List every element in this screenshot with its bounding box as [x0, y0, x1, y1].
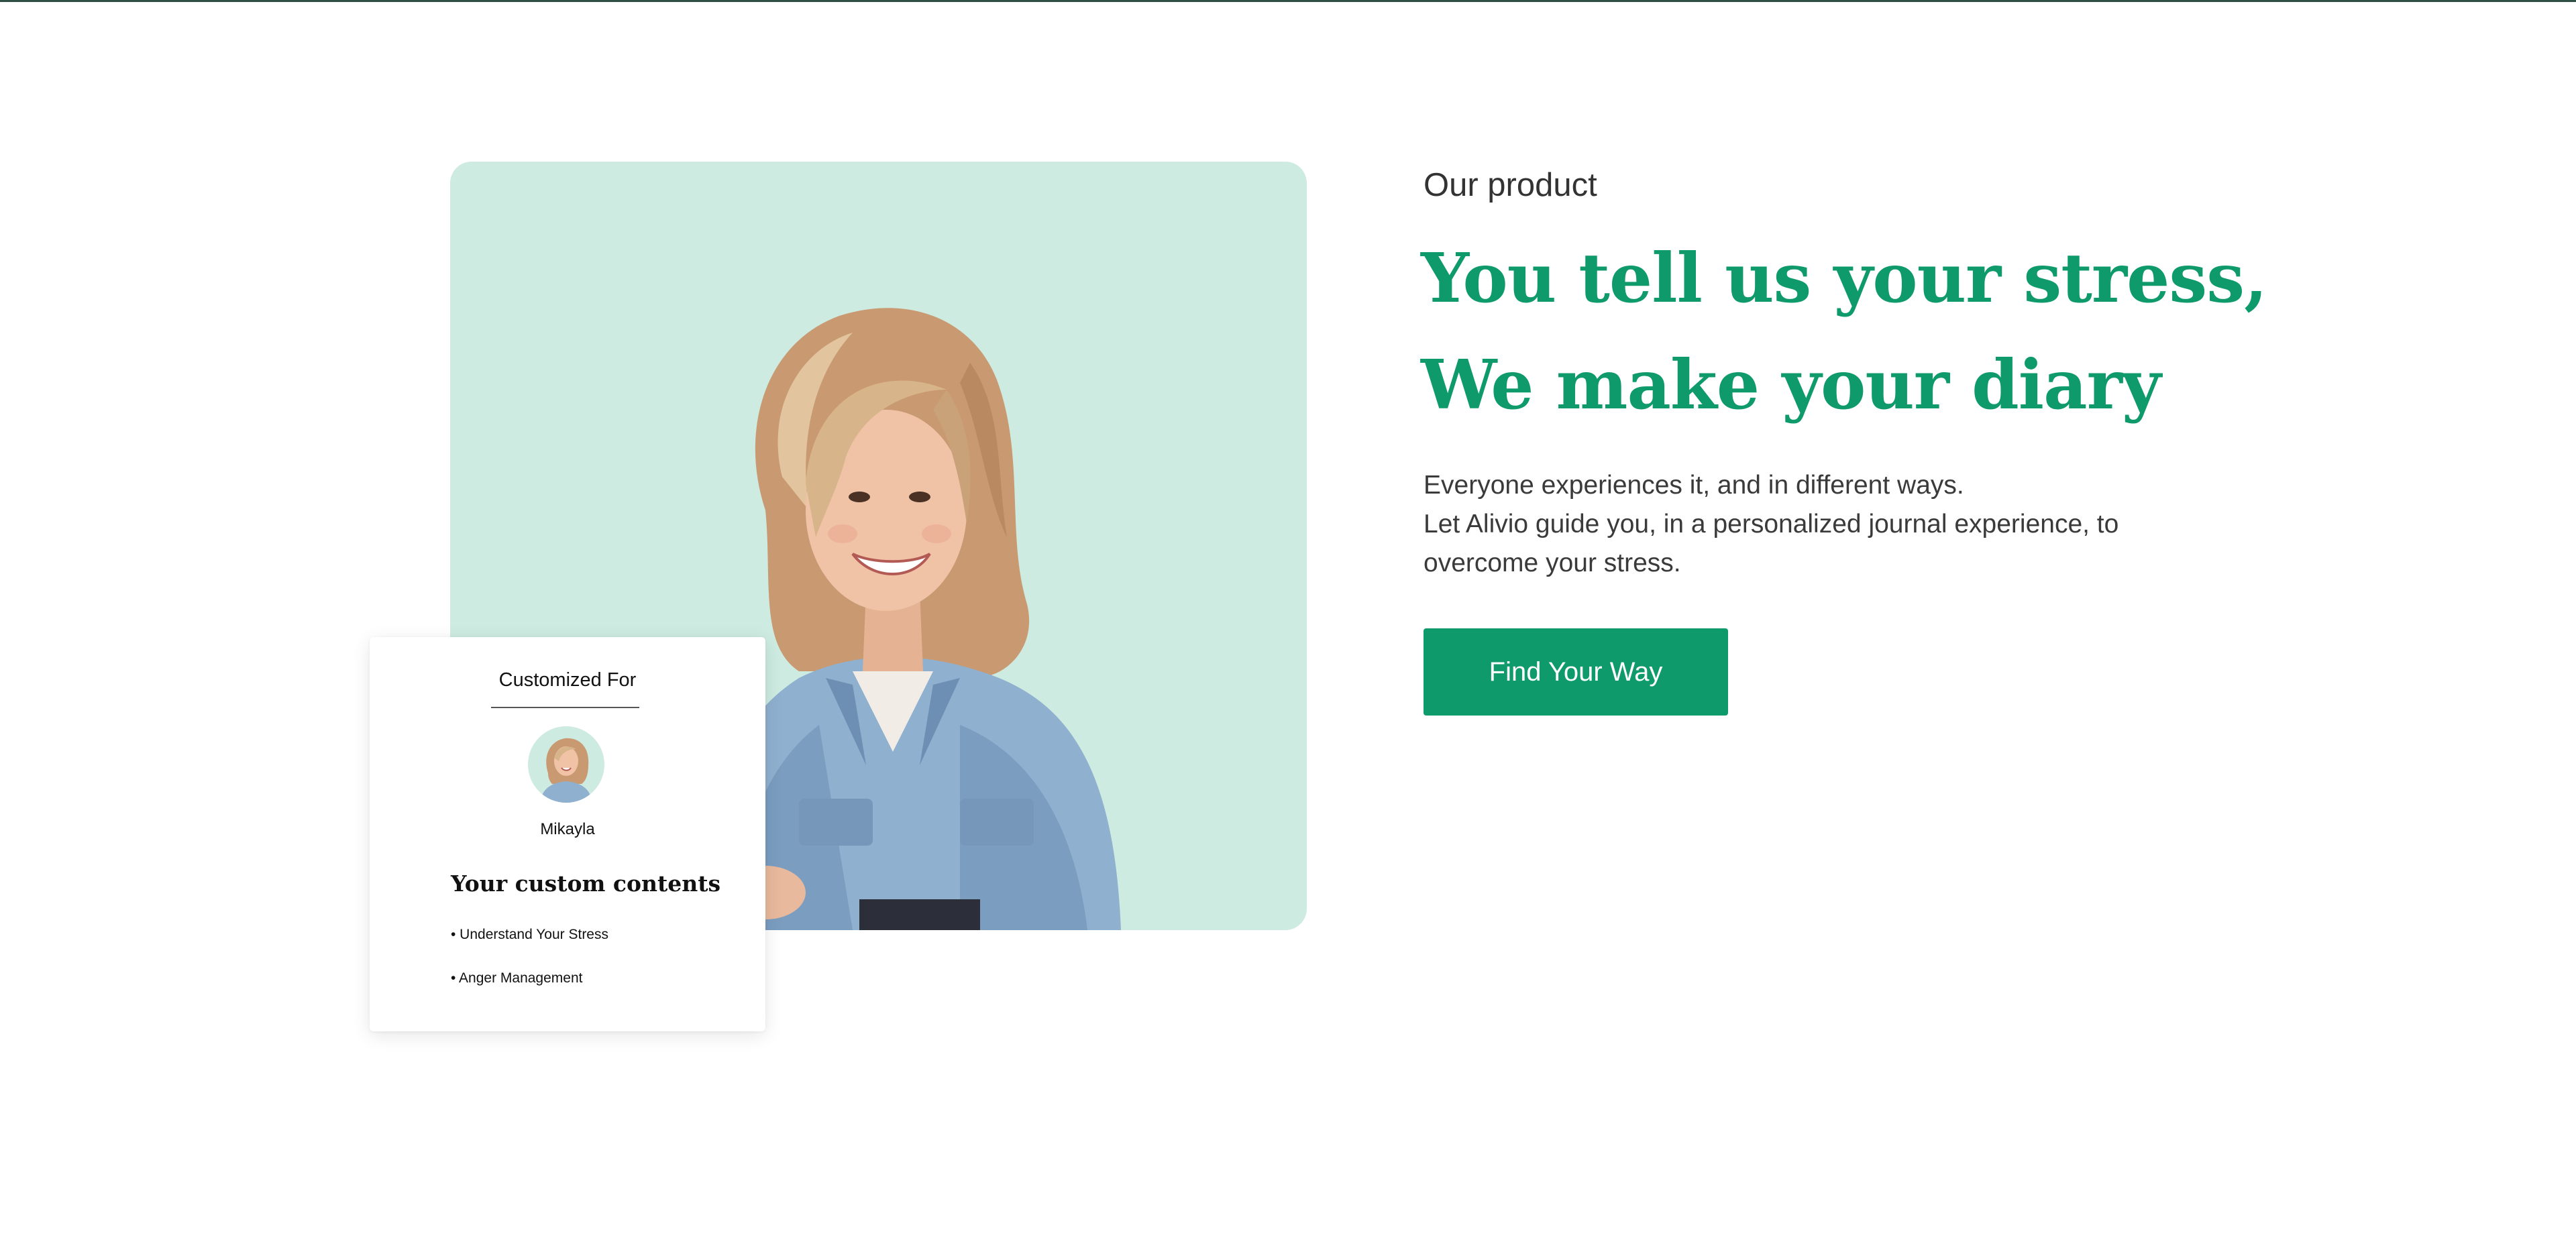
customized-for-title: Customized For — [498, 669, 637, 691]
description-line-2: Let Alivio guide you, in a personalized … — [1424, 510, 2119, 577]
avatar-image — [540, 738, 592, 803]
user-name: Mikayla — [540, 820, 595, 838]
list-item: • Understand Your Stress — [451, 927, 608, 942]
description-line-1: Everyone experiences it, and in differen… — [1424, 471, 1964, 500]
list-item: • Anger Management — [451, 970, 583, 986]
find-your-way-button[interactable]: Find Your Way — [1424, 628, 1728, 716]
custom-contents-heading: Your custom contents — [451, 870, 721, 897]
avatar — [528, 726, 604, 803]
product-description: Everyone experiences it, and in differen… — [1424, 466, 2161, 583]
section-eyebrow: Our product — [1424, 167, 1597, 203]
headline-line-1: You tell us your stress, — [1421, 238, 2267, 318]
top-border — [0, 0, 2576, 2]
title-underline — [491, 707, 639, 708]
customized-for-card: Customized For Mikayla Your custom conte… — [370, 637, 765, 1031]
headline-line-2: We make your diary — [1421, 345, 2161, 424]
